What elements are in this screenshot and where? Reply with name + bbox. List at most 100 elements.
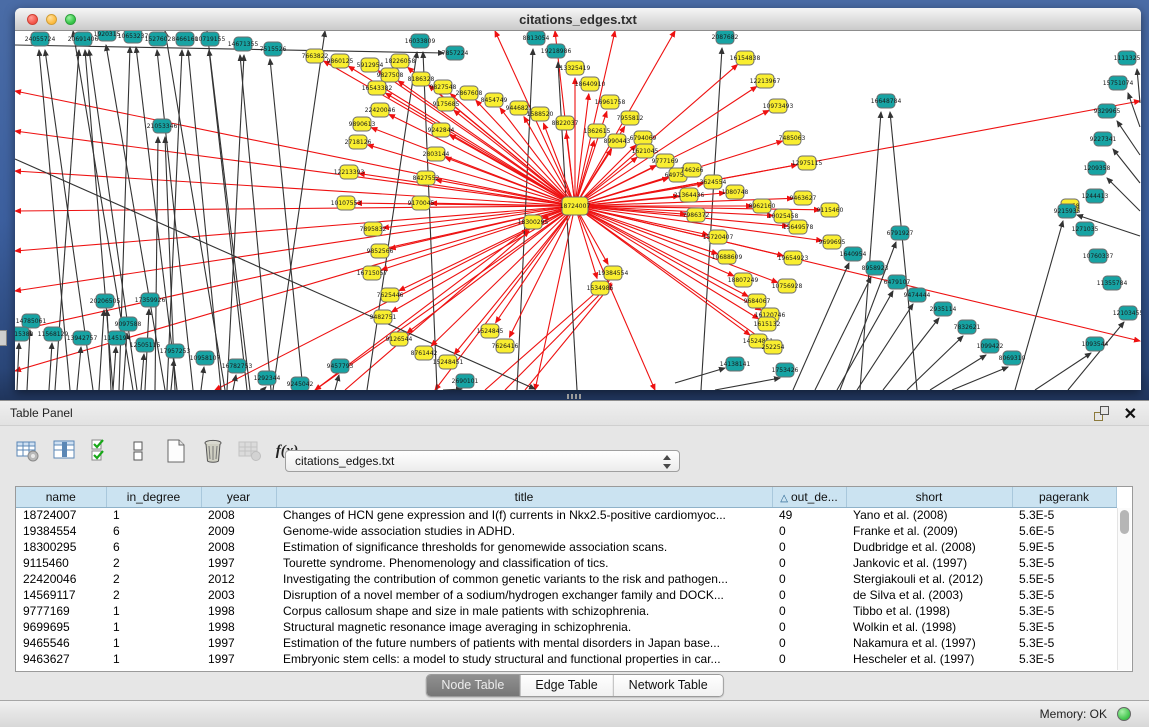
graph-node[interactable]: 10756928 (772, 279, 803, 293)
graph-node[interactable]: 1753426 (772, 363, 799, 377)
table-cell[interactable]: 2003 (201, 587, 276, 603)
graph-node[interactable]: 7626416 (492, 339, 519, 353)
graph-node[interactable]: 9245042 (287, 377, 314, 390)
graph-node[interactable]: 1534986 (587, 281, 614, 295)
table-cell[interactable]: 5.5E-5 (1012, 571, 1116, 587)
table-cell[interactable]: 9699695 (16, 619, 106, 635)
table-cell[interactable]: Tibbo et al. (1998) (846, 603, 1012, 619)
graph-node[interactable]: 15720407 (703, 230, 734, 244)
float-panel-icon[interactable] (1094, 406, 1109, 421)
table-cell[interactable]: 5.3E-5 (1012, 587, 1116, 603)
new-file-icon[interactable] (163, 438, 189, 464)
graph-edge[interactable] (399, 206, 575, 291)
table-cell[interactable]: Changes of HCN gene expression and I(f) … (276, 507, 772, 523)
table-cell[interactable]: 9777169 (16, 603, 106, 619)
graph-node[interactable]: 17359926 (135, 293, 166, 307)
graph-node[interactable]: 21053346 (147, 119, 178, 133)
table-row[interactable]: 946362711997Embryonic stem cells: a mode… (16, 651, 1116, 667)
table-cell[interactable]: 0 (772, 587, 846, 603)
graph-edge[interactable] (715, 378, 780, 390)
table-cell[interactable]: 2 (106, 571, 201, 587)
graph-node[interactable]: 19654923 (778, 251, 809, 265)
table-cell[interactable]: 0 (772, 651, 846, 667)
graph-node[interactable]: 9457793 (327, 359, 354, 373)
graph-edge[interactable] (1015, 221, 1063, 390)
table-cell[interactable]: 14569117 (16, 587, 106, 603)
graph-edge[interactable] (485, 281, 609, 390)
table-cell[interactable]: 0 (772, 539, 846, 555)
table-selector-dropdown[interactable]: citations_edges.txt (285, 450, 680, 472)
table-cell[interactable]: Yano et al. (2008) (846, 507, 1012, 523)
table-cell[interactable]: 5.6E-5 (1012, 523, 1116, 539)
graph-node[interactable]: 6794069 (630, 131, 657, 145)
table-cell[interactable]: 5.3E-5 (1012, 555, 1116, 571)
graph-node[interactable]: 1271035 (1072, 222, 1099, 236)
table-cell[interactable]: 22420046 (16, 571, 106, 587)
table-cell[interactable]: Wolkin et al. (1998) (846, 619, 1012, 635)
scrollbar-thumb[interactable] (1120, 510, 1129, 534)
graph-node[interactable]: 9115460 (817, 203, 844, 217)
column-header-pagerank[interactable]: pagerank (1012, 487, 1116, 507)
graph-node[interactable]: 16033809 (405, 34, 436, 48)
graph-node[interactable]: 8454749 (481, 93, 508, 107)
close-panel-icon[interactable]: ✕ (1124, 402, 1137, 427)
graph-edge[interactable] (15, 206, 575, 211)
graph-node[interactable]: 10719155 (195, 32, 226, 46)
table-cell[interactable]: Hescheler et al. (1997) (846, 651, 1012, 667)
graph-node[interactable]: 7895832 (360, 222, 387, 236)
graph-node[interactable]: 1080748 (722, 185, 749, 199)
graph-node[interactable]: 11568129 (38, 327, 69, 341)
graph-node[interactable]: 2718126 (345, 135, 372, 149)
graph-node[interactable]: 14138141 (720, 357, 751, 371)
table-cell[interactable]: Estimation of the future numbers of pati… (276, 635, 772, 651)
graph-node[interactable]: 1111325 (1114, 51, 1141, 65)
table-cell[interactable]: 5.3E-5 (1012, 603, 1116, 619)
table-cell[interactable]: Genome-wide association studies in ADHD. (276, 523, 772, 539)
graph-edge[interactable] (49, 343, 52, 390)
table-cell[interactable]: 0 (772, 603, 846, 619)
graph-node[interactable]: 1244413 (1082, 189, 1109, 203)
table-cell[interactable]: 0 (772, 619, 846, 635)
table-cell[interactable]: 18300295 (16, 539, 106, 555)
split-pane-grip[interactable] (567, 394, 581, 399)
table-cell[interactable]: 1 (106, 619, 201, 635)
left-panel-collapse-handle[interactable] (0, 330, 7, 346)
table-row[interactable]: 1456911722003Disruption of a novel membe… (16, 587, 1116, 603)
graph-edge[interactable] (263, 387, 266, 390)
graph-edge[interactable] (17, 343, 19, 390)
graph-edge[interactable] (381, 206, 575, 270)
select-all-icon[interactable] (89, 438, 115, 464)
clear-selection-icon[interactable] (126, 438, 152, 464)
table-cell[interactable]: 1997 (201, 651, 276, 667)
table-cell[interactable]: 0 (772, 523, 846, 539)
table-cell[interactable]: 2009 (201, 523, 276, 539)
table-row[interactable]: 1938455462009Genome-wide association stu… (16, 523, 1116, 539)
table-settings-icon[interactable] (15, 438, 41, 464)
table-cell[interactable]: Franke et al. (2009) (846, 523, 1012, 539)
graph-node[interactable]: 2087682 (712, 31, 739, 44)
graph-edge[interactable] (155, 137, 158, 390)
table-cell[interactable]: Jankovic et al. (1997) (846, 555, 1012, 571)
graph-node[interactable]: 5912954 (357, 58, 384, 72)
table-cell[interactable]: 9463627 (16, 651, 106, 667)
tab-network-table[interactable]: Network Table (614, 675, 723, 696)
table-cell[interactable]: 6 (106, 523, 201, 539)
graph-edge[interactable] (525, 284, 612, 390)
graph-node[interactable]: 18640910 (575, 77, 606, 91)
table-cell[interactable]: 5.3E-5 (1012, 619, 1116, 635)
table-cell[interactable]: de Silva et al. (2003) (846, 587, 1012, 603)
graph-node[interactable]: 1292344 (254, 371, 281, 385)
graph-node[interactable]: 21364436 (674, 188, 705, 202)
graph-node[interactable]: 15248451 (433, 355, 464, 369)
table-cell[interactable]: 1 (106, 635, 201, 651)
graph-node[interactable]: 1362615 (584, 124, 611, 138)
graph-edge[interactable] (171, 360, 174, 390)
graph-node[interactable]: 9227341 (1090, 132, 1117, 146)
graph-node[interactable]: 10958107 (190, 351, 221, 365)
graph-edge[interactable] (535, 206, 575, 390)
graph-node[interactable]: 19218986 (541, 44, 572, 58)
graph-edge[interactable] (443, 389, 462, 390)
table-row[interactable]: 946554611997Estimation of the future num… (16, 635, 1116, 651)
network-window-titlebar[interactable]: citations_edges.txt (15, 8, 1141, 31)
graph-node[interactable]: 746266 (681, 163, 704, 177)
